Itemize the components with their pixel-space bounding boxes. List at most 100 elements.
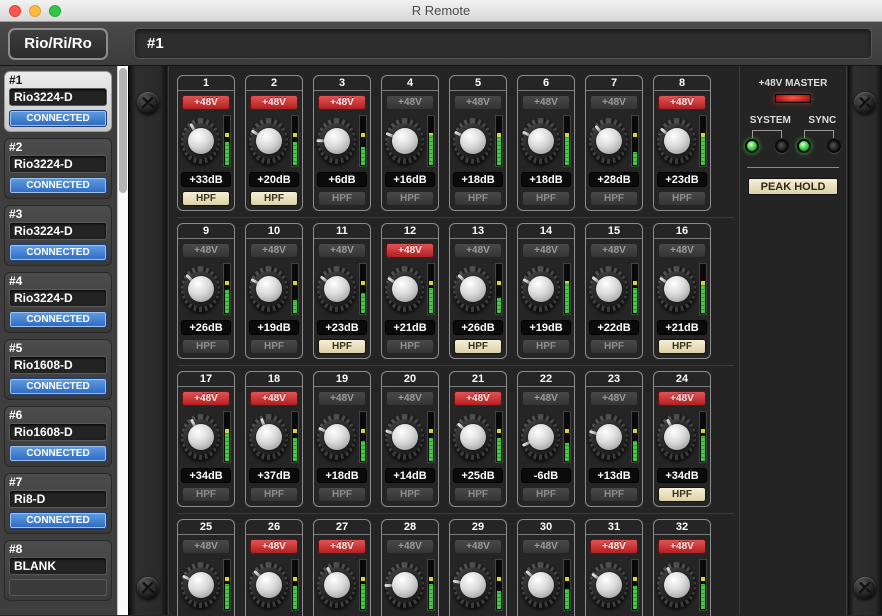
- gain-knob[interactable]: [181, 414, 220, 460]
- gain-knob[interactable]: [589, 118, 628, 164]
- phantom-button[interactable]: +48V: [182, 95, 230, 110]
- peak-hold-button[interactable]: PEAK HOLD: [748, 178, 838, 195]
- gain-knob[interactable]: [249, 118, 288, 164]
- phantom-button[interactable]: +48V: [454, 243, 502, 258]
- phantom-button[interactable]: +48V: [250, 95, 298, 110]
- phantom-button[interactable]: +48V: [522, 243, 570, 258]
- zoom-window-button[interactable]: [49, 5, 61, 17]
- device-card[interactable]: #3Rio3224-DCONNECTED: [4, 205, 112, 266]
- gain-knob[interactable]: [181, 562, 220, 608]
- sidebar-scrollbar[interactable]: [117, 66, 128, 615]
- phantom-button[interactable]: +48V: [454, 95, 502, 110]
- phantom-button[interactable]: +48V: [454, 539, 502, 554]
- hpf-button[interactable]: HPF: [386, 487, 434, 502]
- hpf-button[interactable]: HPF: [590, 487, 638, 502]
- hpf-button[interactable]: HPF: [250, 191, 298, 206]
- phantom-button[interactable]: +48V: [182, 391, 230, 406]
- gain-knob[interactable]: [589, 414, 628, 460]
- phantom-button[interactable]: +48V: [658, 539, 706, 554]
- gain-knob[interactable]: [521, 118, 560, 164]
- gain-knob[interactable]: [657, 118, 696, 164]
- phantom-button[interactable]: +48V: [386, 95, 434, 110]
- phantom-button[interactable]: +48V: [250, 539, 298, 554]
- sidebar-scrollbar-thumb[interactable]: [119, 68, 127, 193]
- minimize-window-button[interactable]: [29, 5, 41, 17]
- hpf-button[interactable]: HPF: [318, 487, 366, 502]
- gain-knob[interactable]: [385, 266, 424, 312]
- close-window-button[interactable]: [9, 5, 21, 17]
- hpf-button[interactable]: HPF: [454, 339, 502, 354]
- phantom-button[interactable]: +48V: [182, 243, 230, 258]
- phantom-button[interactable]: +48V: [522, 391, 570, 406]
- gain-knob[interactable]: [453, 414, 492, 460]
- gain-knob[interactable]: [181, 266, 220, 312]
- hpf-button[interactable]: HPF: [250, 487, 298, 502]
- gain-knob[interactable]: [453, 266, 492, 312]
- gain-knob[interactable]: [657, 414, 696, 460]
- hpf-button[interactable]: HPF: [318, 191, 366, 206]
- device-card[interactable]: #2Rio3224-DCONNECTED: [4, 138, 112, 199]
- hpf-button[interactable]: HPF: [386, 339, 434, 354]
- hpf-button[interactable]: HPF: [658, 339, 706, 354]
- gain-knob[interactable]: [317, 266, 356, 312]
- phantom-button[interactable]: +48V: [182, 539, 230, 554]
- device-card[interactable]: #1Rio3224-DCONNECTED: [4, 71, 112, 132]
- device-card[interactable]: #8BLANK: [4, 540, 112, 601]
- device-card[interactable]: #4Rio3224-DCONNECTED: [4, 272, 112, 333]
- hpf-button[interactable]: HPF: [182, 339, 230, 354]
- phantom-button[interactable]: +48V: [658, 243, 706, 258]
- gain-knob[interactable]: [521, 414, 560, 460]
- gain-knob[interactable]: [589, 266, 628, 312]
- phantom-button[interactable]: +48V: [250, 243, 298, 258]
- hpf-button[interactable]: HPF: [658, 487, 706, 502]
- gain-knob[interactable]: [317, 118, 356, 164]
- gain-knob[interactable]: [453, 118, 492, 164]
- hpf-button[interactable]: HPF: [182, 487, 230, 502]
- device-card[interactable]: #5Rio1608-DCONNECTED: [4, 339, 112, 400]
- phantom-button[interactable]: +48V: [590, 95, 638, 110]
- hpf-button[interactable]: HPF: [658, 191, 706, 206]
- gain-knob[interactable]: [385, 118, 424, 164]
- gain-knob[interactable]: [453, 562, 492, 608]
- gain-knob[interactable]: [317, 562, 356, 608]
- device-card[interactable]: #7Ri8-DCONNECTED: [4, 473, 112, 534]
- phantom-button[interactable]: +48V: [590, 391, 638, 406]
- phantom-button[interactable]: +48V: [658, 391, 706, 406]
- hpf-button[interactable]: HPF: [522, 487, 570, 502]
- gain-knob[interactable]: [317, 414, 356, 460]
- phantom-button[interactable]: +48V: [318, 95, 366, 110]
- hpf-button[interactable]: HPF: [250, 339, 298, 354]
- hpf-button[interactable]: HPF: [590, 339, 638, 354]
- hpf-button[interactable]: HPF: [590, 191, 638, 206]
- gain-knob[interactable]: [589, 562, 628, 608]
- gain-knob[interactable]: [657, 266, 696, 312]
- phantom-button[interactable]: +48V: [386, 539, 434, 554]
- phantom-button[interactable]: +48V: [590, 539, 638, 554]
- hpf-button[interactable]: HPF: [522, 339, 570, 354]
- hpf-button[interactable]: HPF: [182, 191, 230, 206]
- gain-knob[interactable]: [521, 266, 560, 312]
- device-group-button[interactable]: Rio/Ri/Ro: [8, 28, 108, 60]
- phantom-button[interactable]: +48V: [318, 539, 366, 554]
- gain-knob[interactable]: [181, 118, 220, 164]
- gain-knob[interactable]: [521, 562, 560, 608]
- phantom-button[interactable]: +48V: [454, 391, 502, 406]
- hpf-button[interactable]: HPF: [318, 339, 366, 354]
- gain-knob[interactable]: [385, 562, 424, 608]
- hpf-button[interactable]: HPF: [522, 191, 570, 206]
- phantom-button[interactable]: +48V: [318, 243, 366, 258]
- phantom-button[interactable]: +48V: [386, 391, 434, 406]
- gain-knob[interactable]: [249, 266, 288, 312]
- phantom-button[interactable]: +48V: [658, 95, 706, 110]
- gain-knob[interactable]: [657, 562, 696, 608]
- phantom-button[interactable]: +48V: [318, 391, 366, 406]
- hpf-button[interactable]: HPF: [454, 191, 502, 206]
- phantom-button[interactable]: +48V: [250, 391, 298, 406]
- gain-knob[interactable]: [249, 414, 288, 460]
- gain-knob[interactable]: [249, 562, 288, 608]
- gain-knob[interactable]: [385, 414, 424, 460]
- hpf-button[interactable]: HPF: [386, 191, 434, 206]
- hpf-button[interactable]: HPF: [454, 487, 502, 502]
- device-card[interactable]: #6Rio1608-DCONNECTED: [4, 406, 112, 467]
- phantom-button[interactable]: +48V: [522, 95, 570, 110]
